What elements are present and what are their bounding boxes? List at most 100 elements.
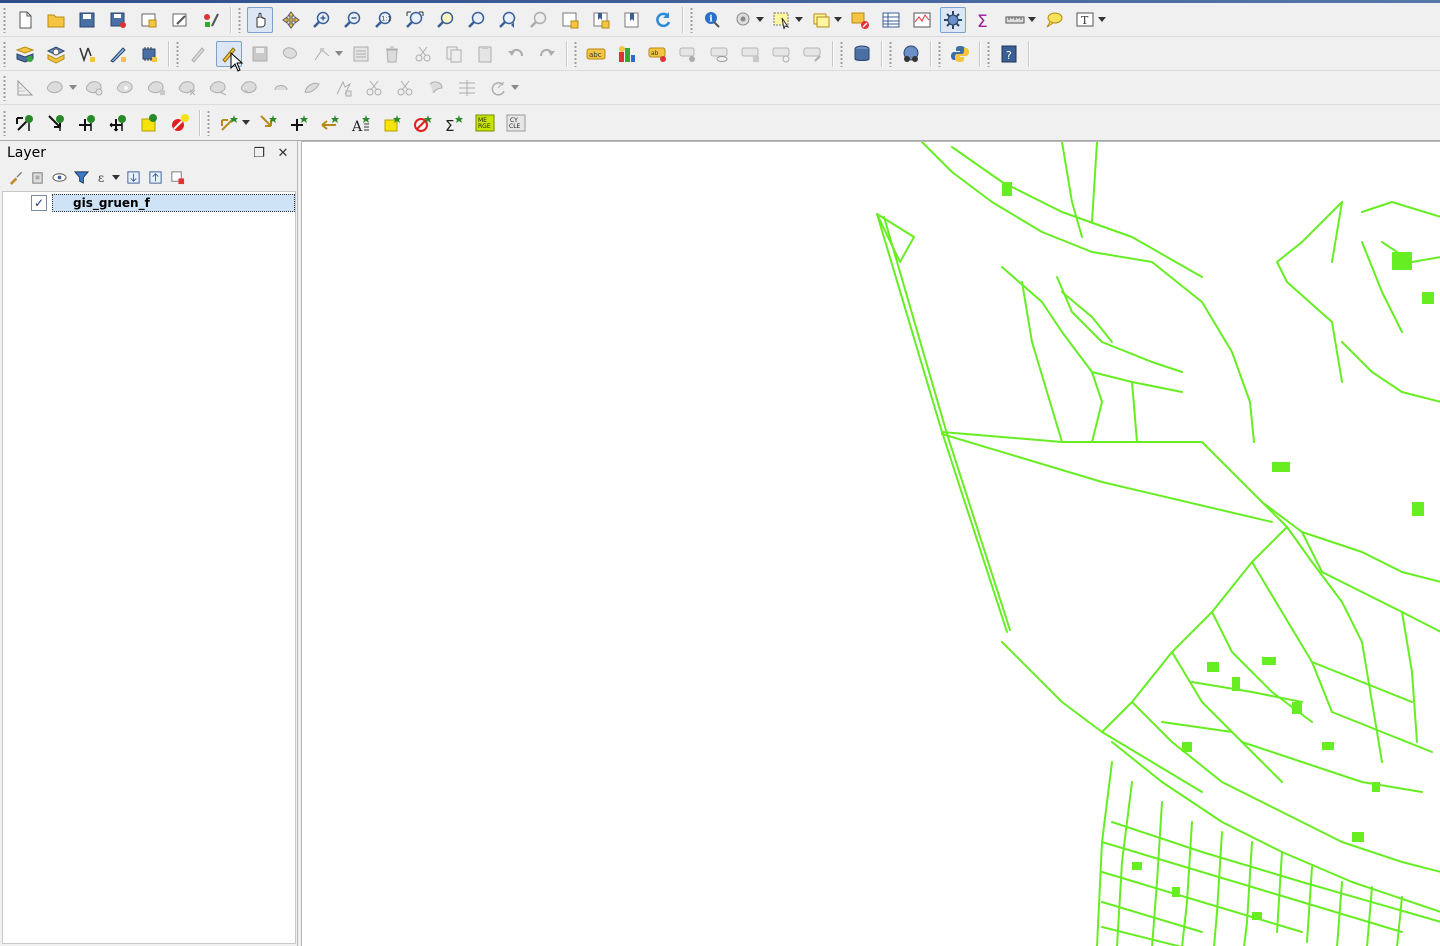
- paste-features-button[interactable]: [472, 41, 498, 67]
- fill-ring-button[interactable]: [113, 75, 139, 101]
- rotate-point-symbols-button[interactable]: [392, 75, 418, 101]
- refresh-button[interactable]: [650, 7, 676, 33]
- sum-button[interactable]: Σ: [971, 7, 997, 33]
- tree-cross-button[interactable]: [74, 110, 100, 136]
- filter-expression-button[interactable]: ε: [93, 167, 113, 187]
- delete-red-button[interactable]: [167, 110, 193, 136]
- draw-shape-button[interactable]: [12, 75, 38, 101]
- toolbar-grip[interactable]: [573, 40, 578, 67]
- select-by-expression-button[interactable]: [808, 7, 834, 33]
- toolbar-grip[interactable]: [689, 6, 694, 33]
- save-project-button[interactable]: [74, 7, 100, 33]
- save-edits-button[interactable]: [247, 41, 273, 67]
- change-label-button[interactable]: [769, 41, 795, 67]
- tree-arrow-se-button[interactable]: [43, 110, 69, 136]
- measure-dropdown[interactable]: [1027, 7, 1036, 33]
- attribute-table-button[interactable]: [878, 7, 904, 33]
- label-properties-button[interactable]: [800, 41, 826, 67]
- composer-manager-button[interactable]: [167, 7, 193, 33]
- undo-button[interactable]: [503, 41, 529, 67]
- annotation-dropdown[interactable]: [1097, 7, 1106, 33]
- node-tool-button[interactable]: [309, 41, 335, 67]
- close-panel-icon[interactable]: ✕: [275, 145, 291, 161]
- show-bookmarks-button[interactable]: [619, 7, 645, 33]
- diagram-button[interactable]: [614, 41, 640, 67]
- merge-button[interactable]: ME RGE: [472, 110, 498, 136]
- manage-visibility-button[interactable]: [49, 167, 69, 187]
- measure-button[interactable]: [1002, 7, 1028, 33]
- action-dropdown[interactable]: [755, 7, 764, 33]
- select-dropdown[interactable]: [794, 7, 803, 33]
- zoom-next-button[interactable]: [526, 7, 552, 33]
- delete-part-button[interactable]: [175, 75, 201, 101]
- toolbar-grip[interactable]: [2, 6, 7, 33]
- layer-visibility-checkbox[interactable]: ✓: [31, 195, 47, 211]
- offset-curve-button[interactable]: [237, 75, 263, 101]
- toolbar-grip[interactable]: [206, 109, 211, 136]
- action-button[interactable]: [730, 7, 756, 33]
- toolbar-grip[interactable]: [888, 40, 893, 67]
- style-layer-button[interactable]: [5, 167, 25, 187]
- grass-button[interactable]: [898, 41, 924, 67]
- node-tool-dropdown[interactable]: [334, 41, 343, 67]
- open-project-button[interactable]: [43, 7, 69, 33]
- zoom-in-button[interactable]: [309, 7, 335, 33]
- label-button[interactable]: abc: [583, 41, 609, 67]
- new-shapefile-button[interactable]: [74, 41, 100, 67]
- copy-features-button[interactable]: [441, 41, 467, 67]
- merge-selected-button[interactable]: [330, 75, 356, 101]
- field-calculator-button[interactable]: [909, 7, 935, 33]
- reshape-features-button[interactable]: [206, 75, 232, 101]
- text-annotation-button[interactable]: T: [1072, 7, 1098, 33]
- toolbar-grip[interactable]: [937, 40, 942, 67]
- zoom-native-button[interactable]: 1:1: [371, 7, 397, 33]
- redo-button[interactable]: [534, 41, 560, 67]
- star-arrow-dropdown[interactable]: [241, 110, 250, 136]
- tree-move-button[interactable]: [105, 110, 131, 136]
- python-console-button[interactable]: [947, 41, 973, 67]
- deselect-button[interactable]: [847, 7, 873, 33]
- toolbar-grip[interactable]: [237, 6, 242, 33]
- move-feature-button[interactable]: [348, 41, 374, 67]
- simplify-button[interactable]: [423, 75, 449, 101]
- merge-attributes-button[interactable]: [361, 75, 387, 101]
- layer-row[interactable]: ✓ gis_gruen_f: [31, 194, 295, 212]
- zoom-last-button[interactable]: [495, 7, 521, 33]
- map-canvas[interactable]: [301, 141, 1440, 946]
- rotate-feature-button[interactable]: [485, 75, 511, 101]
- add-raster-layer-button[interactable]: [43, 41, 69, 67]
- digitize-button[interactable]: [105, 41, 131, 67]
- save-as-button[interactable]: [105, 7, 131, 33]
- add-feature-button[interactable]: [278, 41, 304, 67]
- zoom-to-layer-button[interactable]: [464, 7, 490, 33]
- sigma-star-button[interactable]: Σ: [441, 110, 467, 136]
- split-parts-button[interactable]: [299, 75, 325, 101]
- select-expression-dropdown[interactable]: [833, 7, 842, 33]
- cut-features-button[interactable]: [410, 41, 436, 67]
- database-button[interactable]: [849, 41, 875, 67]
- yellow-star-button[interactable]: [379, 110, 405, 136]
- pan-to-selection-button[interactable]: [278, 7, 304, 33]
- tile-grid-button[interactable]: [454, 75, 480, 101]
- new-print-composer-button[interactable]: [136, 7, 162, 33]
- expand-all-button[interactable]: [123, 167, 143, 187]
- select-features-button[interactable]: [769, 7, 795, 33]
- add-vector-layer-button[interactable]: [12, 41, 38, 67]
- rotate-feature-dropdown[interactable]: [510, 75, 519, 101]
- cycle-button[interactable]: CY CLE: [503, 110, 529, 136]
- pin-labels-button[interactable]: ab: [645, 41, 671, 67]
- toolbar-grip[interactable]: [175, 40, 180, 67]
- filter-legend-button[interactable]: [71, 167, 91, 187]
- show-hide-labels-button[interactable]: [676, 41, 702, 67]
- toolbar-grip[interactable]: [986, 40, 991, 67]
- add-ring-button[interactable]: [43, 75, 69, 101]
- delete-ring-button[interactable]: [144, 75, 170, 101]
- rotate-label-button[interactable]: [738, 41, 764, 67]
- style-manager-button[interactable]: [198, 7, 224, 33]
- zoom-to-selection-button[interactable]: [433, 7, 459, 33]
- collapse-all-button[interactable]: [145, 167, 165, 187]
- toolbar-grip[interactable]: [2, 74, 7, 101]
- arrow-left-button[interactable]: [317, 110, 343, 136]
- remove-layer-button[interactable]: [167, 167, 187, 187]
- yellow-square-button[interactable]: [136, 110, 162, 136]
